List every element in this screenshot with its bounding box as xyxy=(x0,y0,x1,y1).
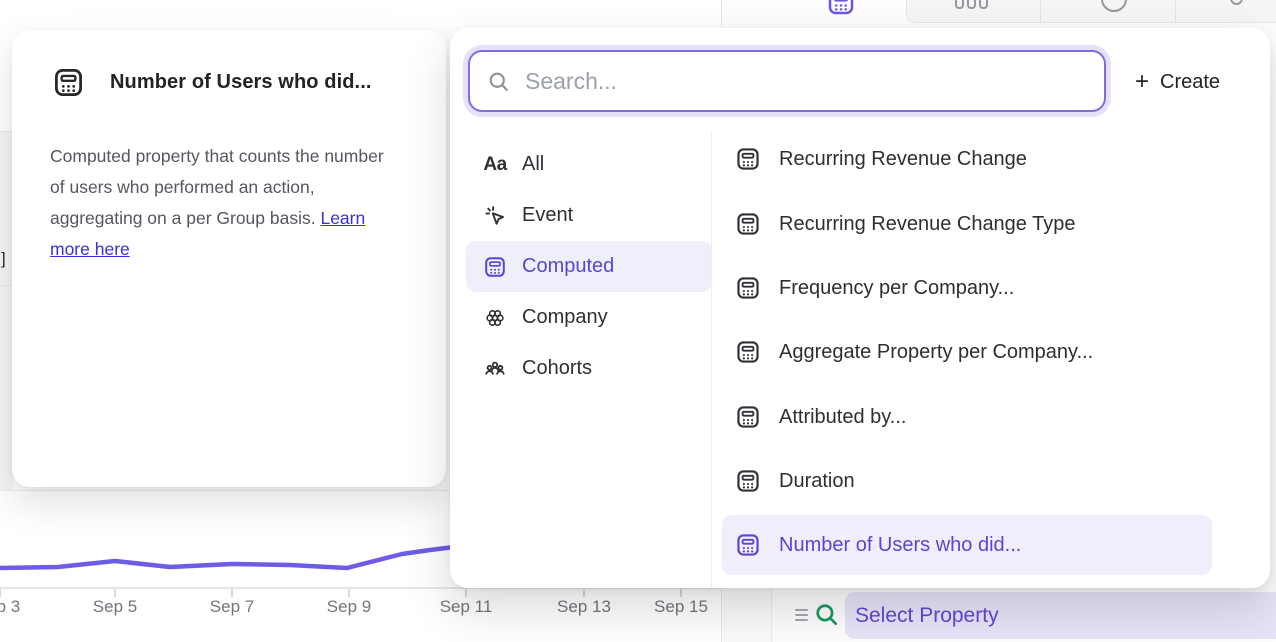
tab-divider xyxy=(1175,0,1176,22)
result-item[interactable]: Recurring Revenue Change Type xyxy=(722,195,1212,253)
result-label: Frequency per Company... xyxy=(779,277,1014,300)
event-click-icon xyxy=(483,204,507,228)
result-item[interactable]: Attributed by... xyxy=(722,388,1212,446)
axis-tick xyxy=(0,589,1,597)
axis-tick xyxy=(348,589,350,597)
result-label: Recurring Revenue Change xyxy=(779,148,1027,171)
text-aa-icon: Aa xyxy=(483,153,507,177)
drag-handle-icon[interactable] xyxy=(795,609,808,621)
bottom-gutter xyxy=(723,588,772,642)
calculator-icon xyxy=(735,532,761,558)
tab-funnel funnel-icon[interactable] xyxy=(955,0,988,9)
tab-divider xyxy=(1040,0,1041,22)
axis-tick xyxy=(465,589,467,597)
x-axis-label: Sep 7 xyxy=(210,597,254,617)
calculator-icon xyxy=(735,146,761,172)
result-label: Recurring Revenue Change Type xyxy=(779,213,1075,236)
computed-property-tooltip: Number of Users who did... Computed prop… xyxy=(12,30,446,487)
chart-line xyxy=(0,546,462,568)
app-screen: ] Sep 3 Sep 5 Sep 7 Sep 9 Sep 11 Sep 13 … xyxy=(0,0,1276,642)
result-item-highlighted[interactable]: Number of Users who did... xyxy=(722,515,1212,575)
calculator-icon xyxy=(483,255,507,279)
property-picker-panel: + Create Aa All Event xyxy=(450,28,1270,588)
tooltip-header: Number of Users who did... xyxy=(12,30,446,99)
axis-tick xyxy=(114,589,116,597)
category-item-all[interactable]: Aa All xyxy=(466,139,712,190)
result-item[interactable]: Aggregate Property per Company... xyxy=(722,323,1212,381)
category-item-company[interactable]: Company xyxy=(466,292,712,343)
category-item-event[interactable]: Event xyxy=(466,190,712,241)
cohorts-people-icon xyxy=(483,357,507,381)
select-property-label: Select Property xyxy=(855,604,999,628)
x-axis-label: Sep 9 xyxy=(327,597,371,617)
calculator-icon xyxy=(735,275,761,301)
results-list: Recurring Revenue Change Recurring Reven… xyxy=(722,28,1250,588)
select-property-button[interactable]: Select Property xyxy=(845,592,1276,639)
result-label: Aggregate Property per Company... xyxy=(779,341,1093,364)
category-label: Event xyxy=(522,204,573,227)
panel-divider xyxy=(711,131,712,588)
result-label: Duration xyxy=(779,470,855,493)
calculator-icon xyxy=(52,66,85,99)
axis-tick xyxy=(583,589,585,597)
category-label: Computed xyxy=(522,255,614,278)
category-label: Cohorts xyxy=(522,357,592,380)
category-item-cohorts[interactable]: Cohorts xyxy=(466,343,712,394)
category-label: Company xyxy=(522,306,608,329)
category-list: Aa All Event xyxy=(466,139,712,394)
category-label: All xyxy=(522,153,544,176)
tooltip-description: Computed property that counts the number… xyxy=(50,141,400,265)
calculator-icon xyxy=(735,404,761,430)
x-axis-label: Sep 13 xyxy=(557,597,611,617)
calculator-icon xyxy=(735,468,761,494)
property-search-icon xyxy=(813,601,840,628)
result-item[interactable]: Recurring Revenue Change xyxy=(722,130,1212,188)
x-axis-label: Sep 5 xyxy=(93,597,137,617)
calculator-icon xyxy=(735,339,761,365)
tooltip-title: Number of Users who did... xyxy=(110,71,372,94)
calculator-icon xyxy=(735,211,761,237)
x-axis-label: Sep 3 xyxy=(0,597,20,617)
search-icon xyxy=(486,69,511,94)
result-label: Number of Users who did... xyxy=(779,534,1021,557)
result-item[interactable]: Frequency per Company... xyxy=(722,259,1212,317)
result-label: Attributed by... xyxy=(779,406,906,429)
x-axis-label: Sep 15 xyxy=(654,597,708,617)
axis-tick xyxy=(680,589,682,597)
category-item-computed[interactable]: Computed xyxy=(466,241,712,292)
axis-tick xyxy=(231,589,233,597)
x-axis-label: Sep 11 xyxy=(440,597,493,617)
tab-computed calculator-icon[interactable] xyxy=(826,0,856,17)
company-cluster-icon xyxy=(483,306,507,330)
occluded-text-fragment: ] xyxy=(1,249,6,269)
result-item[interactable]: Duration xyxy=(722,452,1212,510)
